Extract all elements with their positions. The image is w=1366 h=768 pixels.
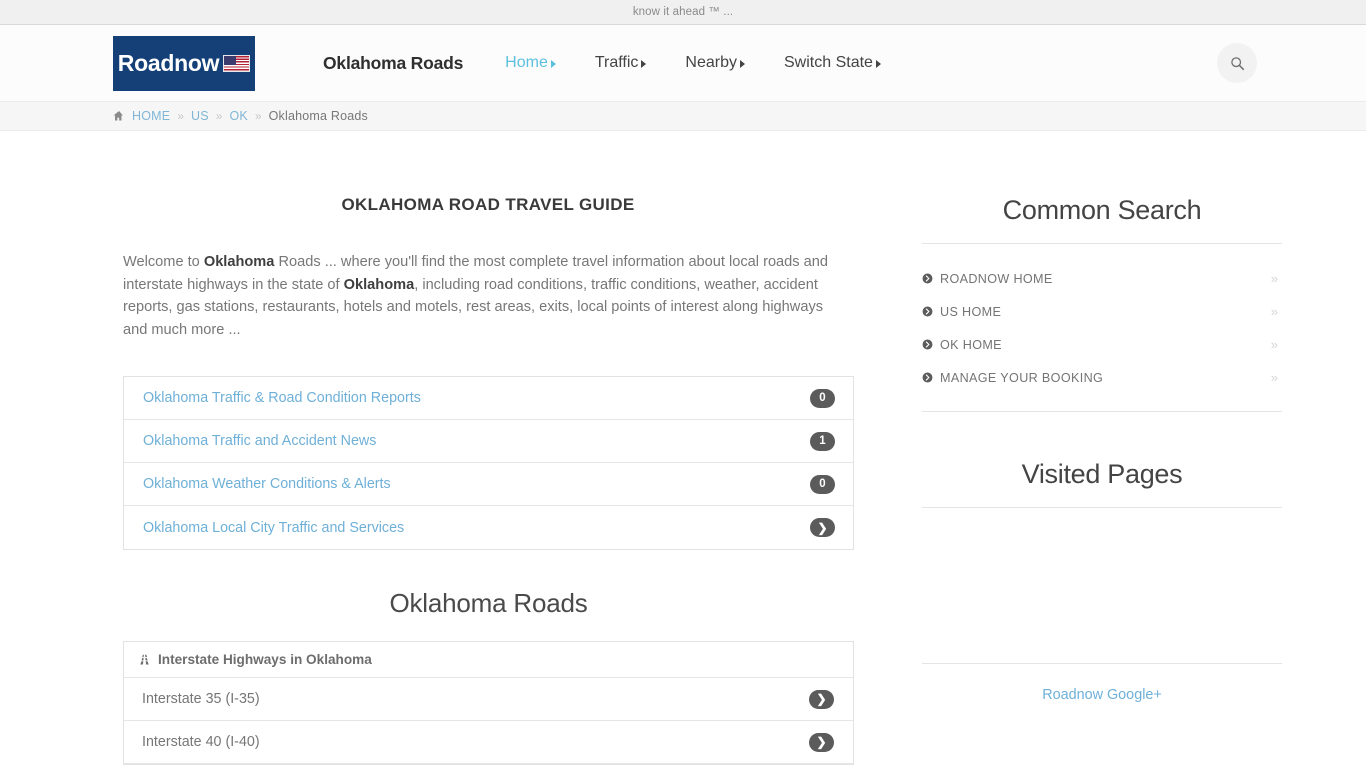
double-chevron-right-icon: » xyxy=(1270,370,1278,385)
chevron-right-icon: ❯ xyxy=(809,732,834,752)
chevron-circle-right-icon xyxy=(922,339,933,350)
us-flag-icon xyxy=(223,54,251,72)
breadcrumb-item-us[interactable]: US xyxy=(191,109,209,123)
common-search-item-ok-home[interactable]: OK HOME » xyxy=(922,328,1282,361)
divider xyxy=(922,243,1282,244)
quick-link-row[interactable]: Oklahoma Weather Conditions & Alerts 0 xyxy=(124,463,853,507)
intro-paragraph: Welcome to Oklahoma Roads ... where you'… xyxy=(123,251,836,341)
divider xyxy=(922,411,1282,412)
chevron-circle-right-icon xyxy=(922,273,933,284)
common-search-item-manage-booking[interactable]: MANAGE YOUR BOOKING » xyxy=(922,361,1282,394)
nav-item-switch-state-label: Switch State xyxy=(784,54,873,71)
page-body: OKLAHOMA ROAD TRAVEL GUIDE Welcome to Ok… xyxy=(0,131,1366,766)
main-navigation: Home Traffic Nearby Switch State xyxy=(505,54,881,72)
quick-link-row[interactable]: Oklahoma Traffic and Accident News 1 xyxy=(124,420,853,464)
roads-section-title: Oklahoma Roads xyxy=(389,588,588,619)
tagline-text: know it ahead ™ ... xyxy=(632,6,734,18)
visited-pages-list xyxy=(922,508,1282,663)
common-search-item-label: US HOME xyxy=(940,304,1002,319)
quick-link-row[interactable]: Oklahoma Traffic & Road Condition Report… xyxy=(124,377,853,421)
road-icon xyxy=(140,654,149,665)
chevron-circle-right-icon xyxy=(922,306,933,317)
intro-part1: Welcome to xyxy=(123,254,204,270)
site-logo[interactable]: Roadnow xyxy=(113,35,255,91)
main-column: OKLAHOMA ROAD TRAVEL GUIDE Welcome to Ok… xyxy=(0,195,854,766)
breadcrumb: HOME » US » OK » Oklahoma Roads xyxy=(0,102,1366,131)
interstate-row[interactable]: Interstate 35 (I-35) ❯ xyxy=(124,678,853,722)
common-search-item-us-home[interactable]: US HOME » xyxy=(922,295,1282,328)
breadcrumb-separator: » xyxy=(254,109,262,123)
breadcrumb-item-ok[interactable]: OK xyxy=(229,109,247,123)
breadcrumb-separator: » xyxy=(177,109,184,123)
quick-link-local-city-services[interactable]: Oklahoma Local City Traffic and Services xyxy=(143,520,404,536)
caret-right-icon xyxy=(875,60,881,68)
breadcrumb-item-home[interactable]: HOME xyxy=(132,109,170,123)
nav-item-nearby-label: Nearby xyxy=(685,54,737,71)
page-title: OKLAHOMA ROAD TRAVEL GUIDE xyxy=(341,195,635,214)
common-search-item-label: ROADNOW HOME xyxy=(940,271,1053,286)
intro-bold2: Oklahoma xyxy=(343,276,415,293)
common-search-item-roadnow-home[interactable]: ROADNOW HOME » xyxy=(922,262,1282,295)
top-tagline-bar: know it ahead ™ ... xyxy=(0,0,1366,25)
intro-bold1: Oklahoma xyxy=(203,254,275,270)
double-chevron-right-icon: » xyxy=(1270,304,1278,319)
chevron-right-icon: ❯ xyxy=(809,689,834,709)
interstate-35-label: Interstate 35 (I-35) xyxy=(142,691,260,708)
status-badge: 0 xyxy=(810,388,835,408)
home-icon[interactable] xyxy=(113,110,125,122)
quick-link-weather-alerts[interactable]: Oklahoma Weather Conditions & Alerts xyxy=(143,476,391,492)
search-button[interactable] xyxy=(1217,43,1257,83)
nav-item-home-label: Home xyxy=(505,54,548,71)
caret-right-icon xyxy=(550,60,556,68)
chevron-right-icon: ❯ xyxy=(810,518,835,538)
double-chevron-right-icon: » xyxy=(1270,337,1278,352)
interstate-highways-panel: Interstate Highways in Oklahoma Intersta… xyxy=(123,641,854,766)
common-search-widget: Common Search ROADNOW HOME » US HOME » O… xyxy=(922,195,1366,412)
interstate-highways-header-label: Interstate Highways in Oklahoma xyxy=(158,652,372,668)
common-search-list: ROADNOW HOME » US HOME » OK HOME » MANAG… xyxy=(922,262,1282,394)
site-header: Roadnow Oklahoma Roads Home Traffic Near… xyxy=(0,25,1366,102)
interstate-40-label: Interstate 40 (I-40) xyxy=(142,734,260,751)
common-search-item-label: MANAGE YOUR BOOKING xyxy=(940,370,1104,385)
logo-text: Roadnow xyxy=(117,49,220,76)
sidebar: Common Search ROADNOW HOME » US HOME » O… xyxy=(852,195,1366,765)
double-chevron-right-icon: » xyxy=(1270,271,1278,286)
quick-link-traffic-accident-news[interactable]: Oklahoma Traffic and Accident News xyxy=(143,433,376,449)
status-badge: 0 xyxy=(810,474,835,494)
common-search-title: Common Search xyxy=(1002,195,1202,225)
search-icon xyxy=(1230,56,1244,70)
site-title: Oklahoma Roads xyxy=(323,52,464,73)
status-badge: 1 xyxy=(810,431,835,451)
nav-item-home[interactable]: Home xyxy=(505,54,556,72)
roadnow-google-plus-link[interactable]: Roadnow Google+ xyxy=(922,687,1282,703)
caret-right-icon xyxy=(740,60,745,68)
interstate-row[interactable]: Interstate 40 (I-40) ❯ xyxy=(124,721,853,765)
nav-item-nearby[interactable]: Nearby xyxy=(685,54,745,72)
visited-pages-title: Visited Pages xyxy=(1021,459,1183,489)
breadcrumb-separator: » xyxy=(215,109,223,123)
breadcrumb-item-current: Oklahoma Roads xyxy=(268,109,368,123)
nav-item-switch-state[interactable]: Switch State xyxy=(784,54,881,72)
quick-link-traffic-road-reports[interactable]: Oklahoma Traffic & Road Condition Report… xyxy=(143,390,421,406)
divider xyxy=(922,663,1282,664)
caret-right-icon xyxy=(641,60,647,68)
quick-link-row[interactable]: Oklahoma Local City Traffic and Services… xyxy=(124,506,853,549)
interstate-highways-header: Interstate Highways in Oklahoma xyxy=(124,642,853,679)
common-search-item-label: OK HOME xyxy=(940,337,1002,352)
visited-pages-widget: Visited Pages Roadnow Google+ xyxy=(922,459,1366,703)
chevron-circle-right-icon xyxy=(922,372,933,383)
quick-links-panel: Oklahoma Traffic & Road Condition Report… xyxy=(123,376,854,551)
nav-item-traffic-label: Traffic xyxy=(594,54,639,71)
nav-item-traffic[interactable]: Traffic xyxy=(595,54,647,72)
